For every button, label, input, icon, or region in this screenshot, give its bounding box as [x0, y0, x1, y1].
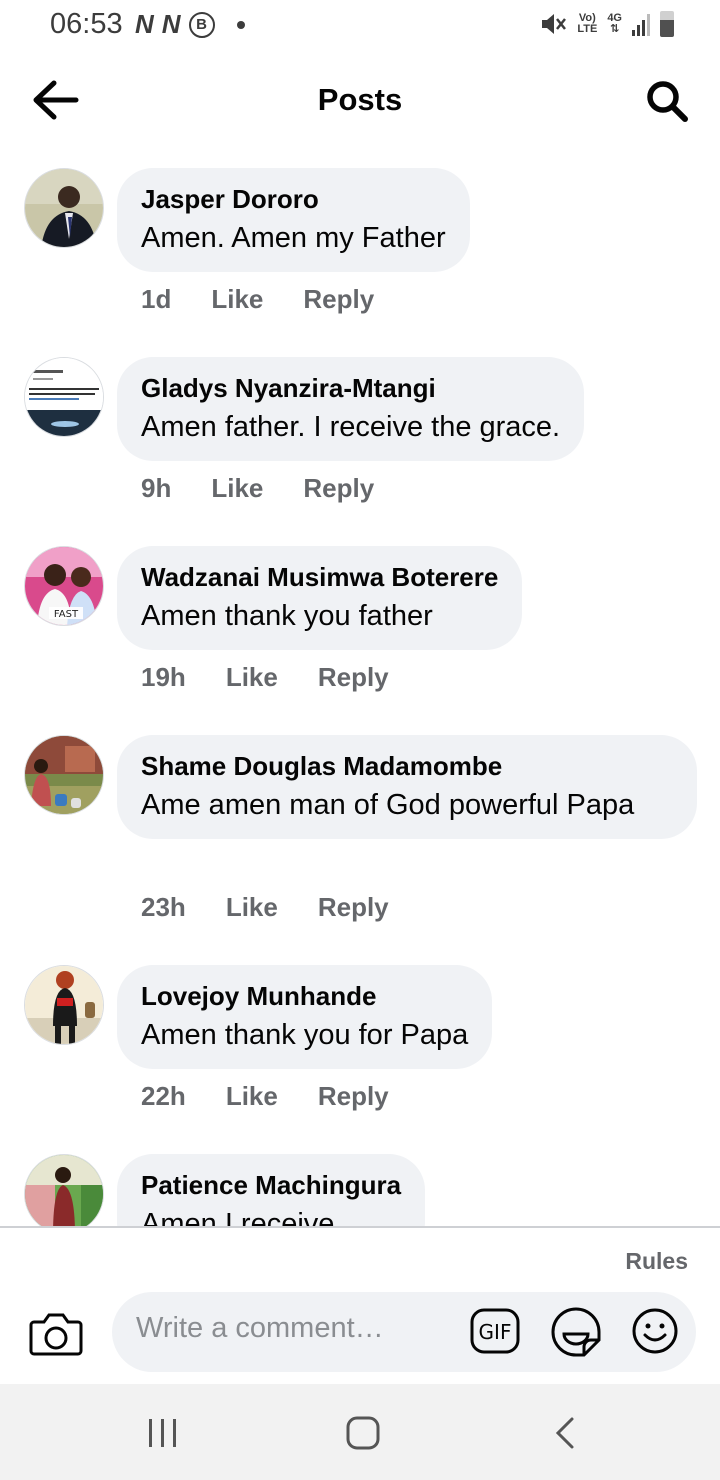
battery-icon [660, 11, 674, 37]
news-app-icon: N [161, 9, 181, 39]
like-button[interactable]: Like [211, 284, 263, 315]
rules-link[interactable]: Rules [625, 1248, 688, 1275]
page-title: Posts [317, 82, 403, 117]
comment-text: Amen father. I receive the grace. [141, 411, 561, 443]
system-nav-bar [0, 1384, 720, 1480]
avatar[interactable] [24, 357, 104, 437]
home-icon [346, 1416, 380, 1450]
bixby-icon: B [188, 11, 215, 38]
avatar[interactable]: FAST [24, 546, 104, 626]
app-header: Posts [0, 60, 720, 140]
comment-list[interactable]: Jasper Dororo Amen. Amen my Father 1d Li… [0, 168, 720, 1226]
sticker-icon [551, 1307, 601, 1357]
comment-bubble[interactable]: Wadzanai Musimwa Boterere Amen thank you… [117, 546, 523, 650]
comment-author[interactable]: Jasper Dororo [141, 183, 446, 215]
comment-actions: 22h Like Reply [141, 1081, 389, 1112]
emoji-icon [632, 1308, 678, 1354]
system-icons: Vo) LTE 4G ⇅ [539, 10, 674, 38]
comment-time[interactable]: 9h [141, 473, 171, 504]
reply-button[interactable]: Reply [303, 284, 374, 315]
comment-time[interactable]: 23h [141, 892, 186, 923]
comment-time[interactable]: 22h [141, 1081, 186, 1112]
comment-bubble[interactable]: Jasper Dororo Amen. Amen my Father [117, 168, 470, 272]
comment-input-placeholder: Write a comment… [136, 1312, 384, 1344]
comment-actions: 23h Like Reply [141, 892, 389, 923]
network-4g-icon: 4G ⇅ [607, 12, 622, 35]
more-notifications-icon [236, 20, 245, 29]
status-bar: 06:53 N N B Vo) LTE 4G ⇅ [0, 0, 720, 52]
avatar-caption: FAST [54, 609, 79, 620]
comment-input[interactable]: Write a comment… GIF [112, 1292, 696, 1372]
like-button[interactable]: Like [226, 1081, 278, 1112]
comment-actions: 1d Like Reply [141, 284, 374, 315]
comment-author[interactable]: Gladys Nyanzira-Mtangi [141, 372, 560, 404]
comment-time[interactable]: 19h [141, 662, 186, 693]
comment-composer: Rules Write a comment… GIF [0, 1228, 720, 1384]
camera-button[interactable] [28, 1308, 84, 1360]
recents-button[interactable] [145, 1416, 181, 1450]
like-button[interactable]: Like [226, 662, 278, 693]
recents-icon [149, 1419, 176, 1447]
comment-author[interactable]: Shame Douglas Madamombe [141, 750, 673, 782]
search-button[interactable] [644, 78, 690, 124]
comment-author[interactable]: Lovejoy Munhande [141, 980, 468, 1012]
comment-text: Amen thank you father [141, 600, 433, 632]
reply-button[interactable]: Reply [318, 1081, 389, 1112]
comment-author[interactable]: Patience Machingura [141, 1169, 401, 1201]
status-time: 06:53 [50, 8, 123, 40]
comment-text: Amen. Amen my Father [141, 222, 446, 254]
comment-bubble[interactable]: Shame Douglas Madamombe Ame amen man of … [117, 735, 697, 839]
camera-icon [29, 1313, 83, 1356]
comment-actions: 9h Like Reply [141, 473, 374, 504]
emoji-button[interactable] [630, 1306, 680, 1356]
signal-icon [632, 12, 650, 36]
svg-text:GIF: GIF [479, 1320, 512, 1344]
mute-icon [542, 14, 567, 34]
sticker-button[interactable] [550, 1306, 602, 1358]
gif-button[interactable]: GIF [470, 1308, 520, 1354]
like-button[interactable]: Like [226, 892, 278, 923]
volte-icon: Vo) LTE [577, 12, 598, 35]
comment-bubble[interactable]: Gladys Nyanzira-Mtangi Amen father. I re… [117, 357, 585, 461]
system-back-button[interactable] [552, 1416, 580, 1450]
notification-icons: N N B [135, 9, 245, 40]
avatar[interactable] [24, 168, 104, 248]
comment-bubble[interactable]: Lovejoy Munhande Amen thank you for Papa [117, 965, 493, 1069]
comment-author[interactable]: Wadzanai Musimwa Boterere [141, 561, 498, 593]
avatar[interactable] [24, 965, 104, 1045]
reply-button[interactable]: Reply [318, 892, 389, 923]
search-icon [647, 81, 688, 122]
home-button[interactable] [344, 1414, 382, 1452]
comment-bubble[interactable]: Patience Machingura Amen I receive [117, 1154, 426, 1226]
gif-icon: GIF [470, 1308, 520, 1354]
news-app-icon: N [135, 9, 154, 39]
avatar[interactable] [24, 1154, 104, 1226]
reply-button[interactable]: Reply [318, 662, 389, 693]
reply-button[interactable]: Reply [303, 473, 374, 504]
comment-text: Ame amen man of God powerful Papa [141, 789, 635, 821]
comment-actions: 19h Like Reply [141, 662, 389, 693]
avatar[interactable] [24, 735, 104, 815]
comment-text: Amen thank you for Papa [141, 1019, 469, 1051]
comment-time[interactable]: 1d [141, 284, 171, 315]
comment-text: Amen I receive [141, 1208, 335, 1226]
like-button[interactable]: Like [211, 473, 263, 504]
chevron-left-icon [555, 1417, 574, 1449]
